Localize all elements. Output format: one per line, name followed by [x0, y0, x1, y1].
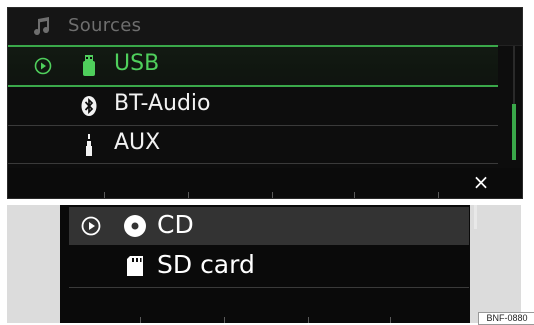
- close-button[interactable]: ×: [470, 171, 492, 193]
- aux-plug-icon: [80, 133, 98, 157]
- source-item-aux[interactable]: AUX: [8, 126, 498, 164]
- bar-tick: [272, 192, 273, 198]
- sources-detail-screen: CD SD card: [7, 205, 521, 323]
- bar-tick: [354, 192, 355, 198]
- row-divider: [8, 163, 498, 164]
- scrollbar-thumb[interactable]: [512, 104, 516, 160]
- play-selected-icon: [81, 216, 101, 236]
- music-note-icon: [32, 16, 52, 36]
- figure-code: BNF-0880: [478, 312, 534, 325]
- disc-icon: [123, 214, 147, 238]
- play-selected-icon: [34, 57, 52, 75]
- bar-tick: [104, 192, 105, 198]
- source-label: SD card: [157, 250, 255, 279]
- bar-tick: [224, 317, 225, 323]
- source-item-usb[interactable]: USB: [8, 45, 498, 87]
- bar-tick: [438, 192, 439, 198]
- sources-menu-screen: Sources USB BT-Audio AUX ×: [7, 7, 523, 199]
- usb-icon: [80, 54, 98, 78]
- source-item-bt-audio[interactable]: BT-Audio: [8, 87, 498, 125]
- scrollbar-track[interactable]: [474, 205, 477, 229]
- bar-tick: [308, 317, 309, 323]
- bottom-bar: [8, 168, 522, 198]
- bottom-bar: [60, 315, 470, 323]
- bluetooth-icon: [80, 94, 98, 118]
- sources-header: Sources: [8, 8, 522, 46]
- bar-tick: [140, 317, 141, 323]
- source-label: BT-Audio: [114, 91, 211, 116]
- source-label: USB: [114, 51, 160, 76]
- figure-frame: Sources USB BT-Audio AUX × CD SD card BN…: [0, 0, 534, 325]
- bar-tick: [188, 192, 189, 198]
- sources-title: Sources: [68, 15, 142, 36]
- row-divider: [69, 287, 469, 288]
- source-label: CD: [157, 210, 194, 239]
- sd-card-icon: [123, 254, 147, 278]
- bar-tick: [390, 317, 391, 323]
- source-item-sd-card[interactable]: SD card: [69, 247, 469, 285]
- source-item-cd[interactable]: CD: [69, 207, 469, 245]
- source-label: AUX: [114, 130, 161, 155]
